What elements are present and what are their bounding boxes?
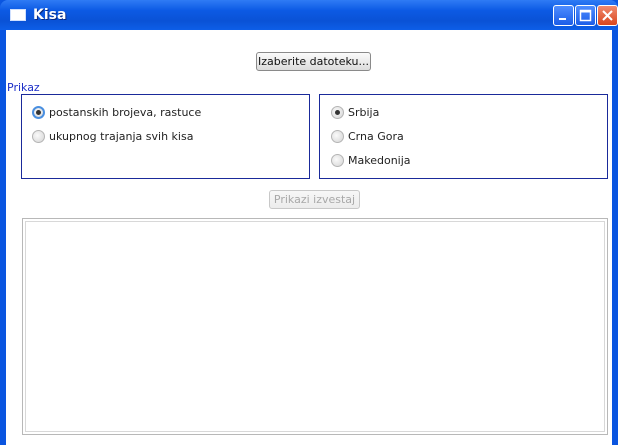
radio-label: ukupnog trajanja svih kisa [49, 130, 194, 143]
maximize-icon [579, 9, 592, 22]
radio-label: postanskih brojeva, rastuce [49, 106, 202, 119]
window-icon [10, 9, 26, 21]
window-title: Kisa [33, 7, 67, 23]
show-report-button[interactable]: Prikazi izvestaj [269, 190, 360, 209]
radio-indicator [331, 154, 344, 167]
radio-label: Crna Gora [348, 130, 404, 143]
close-icon [602, 10, 613, 21]
app-window: Kisa Izaberite datoteku... Prikaz postan… [0, 0, 618, 445]
radio-indicator [331, 106, 344, 119]
radio-indicator [32, 130, 45, 143]
country-options-group: Srbija Crna Gora Makedonija [319, 94, 608, 179]
radio-indicator [331, 130, 344, 143]
report-output-area[interactable] [22, 218, 608, 435]
minimize-icon [559, 18, 566, 20]
display-section-label: Prikaz [7, 81, 40, 94]
maximize-button[interactable] [575, 5, 596, 26]
sort-options-group: postanskih brojeva, rastuce ukupnog traj… [21, 94, 310, 179]
radio-label: Srbija [348, 106, 380, 119]
report-text [25, 221, 605, 432]
client-area: Izaberite datoteku... Prikaz postanskih … [6, 30, 612, 445]
radio-indicator [32, 106, 45, 119]
minimize-button[interactable] [553, 5, 574, 26]
close-button[interactable] [597, 5, 618, 26]
title-bar[interactable]: Kisa [0, 0, 618, 30]
radio-label: Makedonija [348, 154, 411, 167]
choose-file-button[interactable]: Izaberite datoteku... [256, 52, 371, 71]
